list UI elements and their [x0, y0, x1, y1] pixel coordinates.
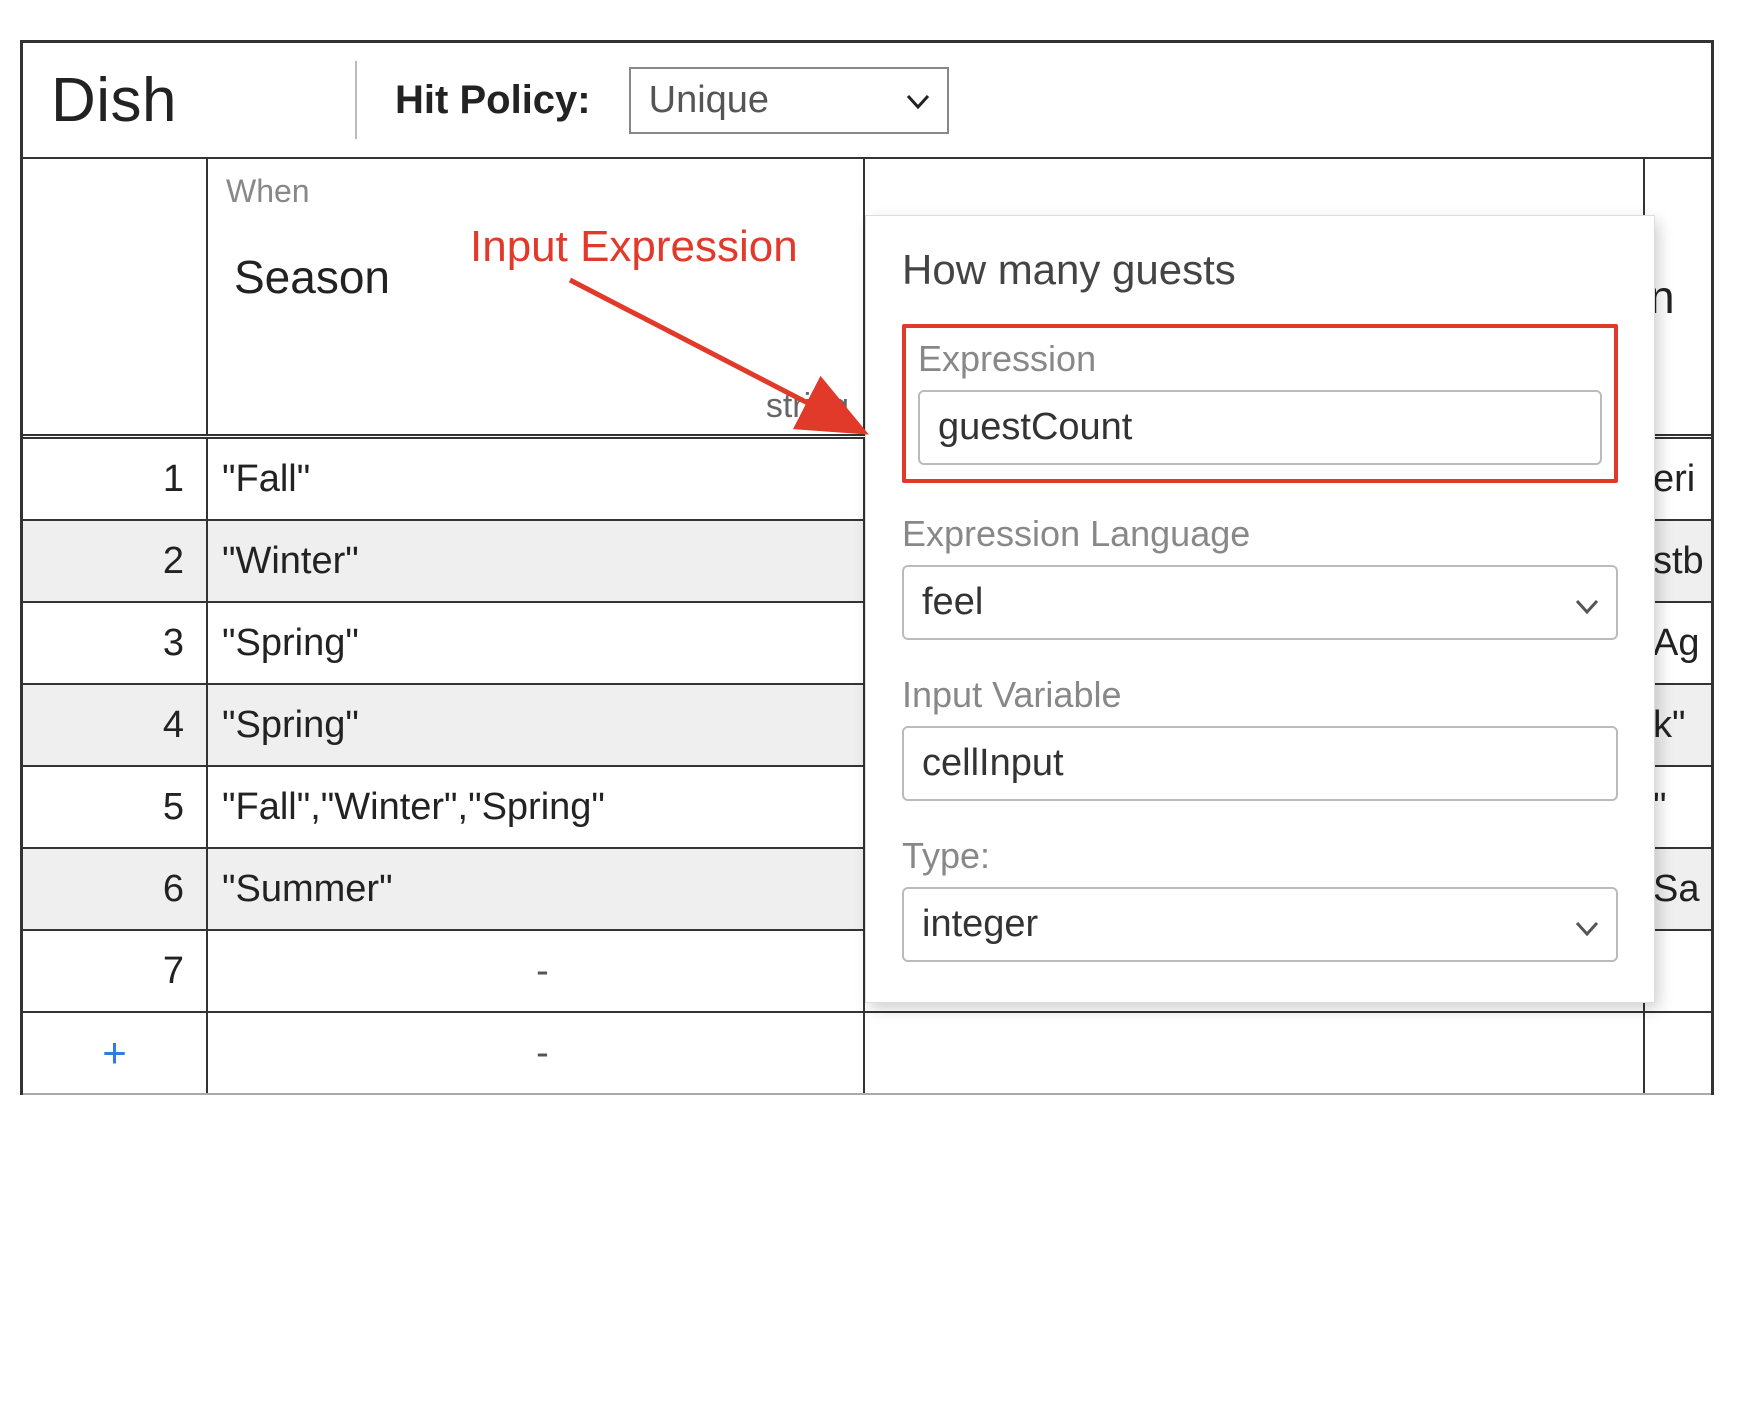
expression-language-label: Expression Language: [902, 513, 1618, 555]
row-index: 3: [23, 603, 208, 683]
cell-season[interactable]: "Summer": [208, 849, 865, 929]
hit-policy-value: Unique: [649, 79, 769, 122]
cell-season[interactable]: "Spring": [208, 685, 865, 765]
col-header-index: [23, 159, 208, 434]
type-label: Type:: [902, 835, 1618, 877]
type-value: integer: [922, 903, 1038, 946]
add-row-placeholder: [865, 1013, 1645, 1093]
expression-highlight: Expression guestCount: [902, 324, 1618, 483]
expression-language-select[interactable]: feel: [902, 565, 1618, 640]
season-type: string: [766, 387, 849, 426]
input-variable-value: cellInput: [922, 742, 1064, 785]
cell-season[interactable]: "Fall": [208, 439, 865, 519]
chevron-down-icon: [1576, 903, 1598, 946]
cell-season[interactable]: -: [208, 931, 865, 1011]
expression-label: Expression: [918, 338, 1602, 380]
popover-title[interactable]: How many guests: [902, 246, 1618, 294]
cell-season[interactable]: "Winter": [208, 521, 865, 601]
dash: -: [222, 1032, 863, 1075]
row-index: 2: [23, 521, 208, 601]
table-header-bar: Dish Hit Policy: Unique: [23, 43, 1711, 157]
expression-input[interactable]: guestCount: [918, 390, 1602, 465]
add-row[interactable]: + -: [23, 1013, 1711, 1095]
add-row-placeholder: -: [208, 1013, 865, 1093]
chevron-down-icon: [1576, 581, 1598, 624]
row-index: 6: [23, 849, 208, 929]
hit-policy-select[interactable]: Unique: [629, 67, 949, 134]
divider: [355, 61, 357, 139]
chevron-down-icon: [907, 85, 929, 116]
table-title[interactable]: Dish: [51, 65, 177, 136]
add-row-placeholder: [1645, 1013, 1711, 1093]
row-index: 7: [23, 931, 208, 1011]
row-index: 5: [23, 767, 208, 847]
row-index: 4: [23, 685, 208, 765]
input-variable-label: Input Variable: [902, 674, 1618, 716]
when-label: When: [226, 173, 845, 210]
expression-value: guestCount: [938, 406, 1132, 449]
input-variable-input[interactable]: cellInput: [902, 726, 1618, 801]
expression-language-value: feel: [922, 581, 983, 624]
annotation-label: Input Expression: [470, 222, 798, 272]
input-expression-popover: How many guests Expression guestCount Ex…: [865, 215, 1655, 1003]
cell-season[interactable]: "Fall","Winter","Spring": [208, 767, 865, 847]
col-header-season[interactable]: When Season string: [208, 159, 865, 434]
type-select[interactable]: integer: [902, 887, 1618, 962]
add-row-button[interactable]: +: [23, 1013, 208, 1093]
hit-policy-label: Hit Policy:: [395, 78, 591, 123]
cell-season[interactable]: "Spring": [208, 603, 865, 683]
dash: -: [222, 950, 863, 993]
row-index: 1: [23, 439, 208, 519]
